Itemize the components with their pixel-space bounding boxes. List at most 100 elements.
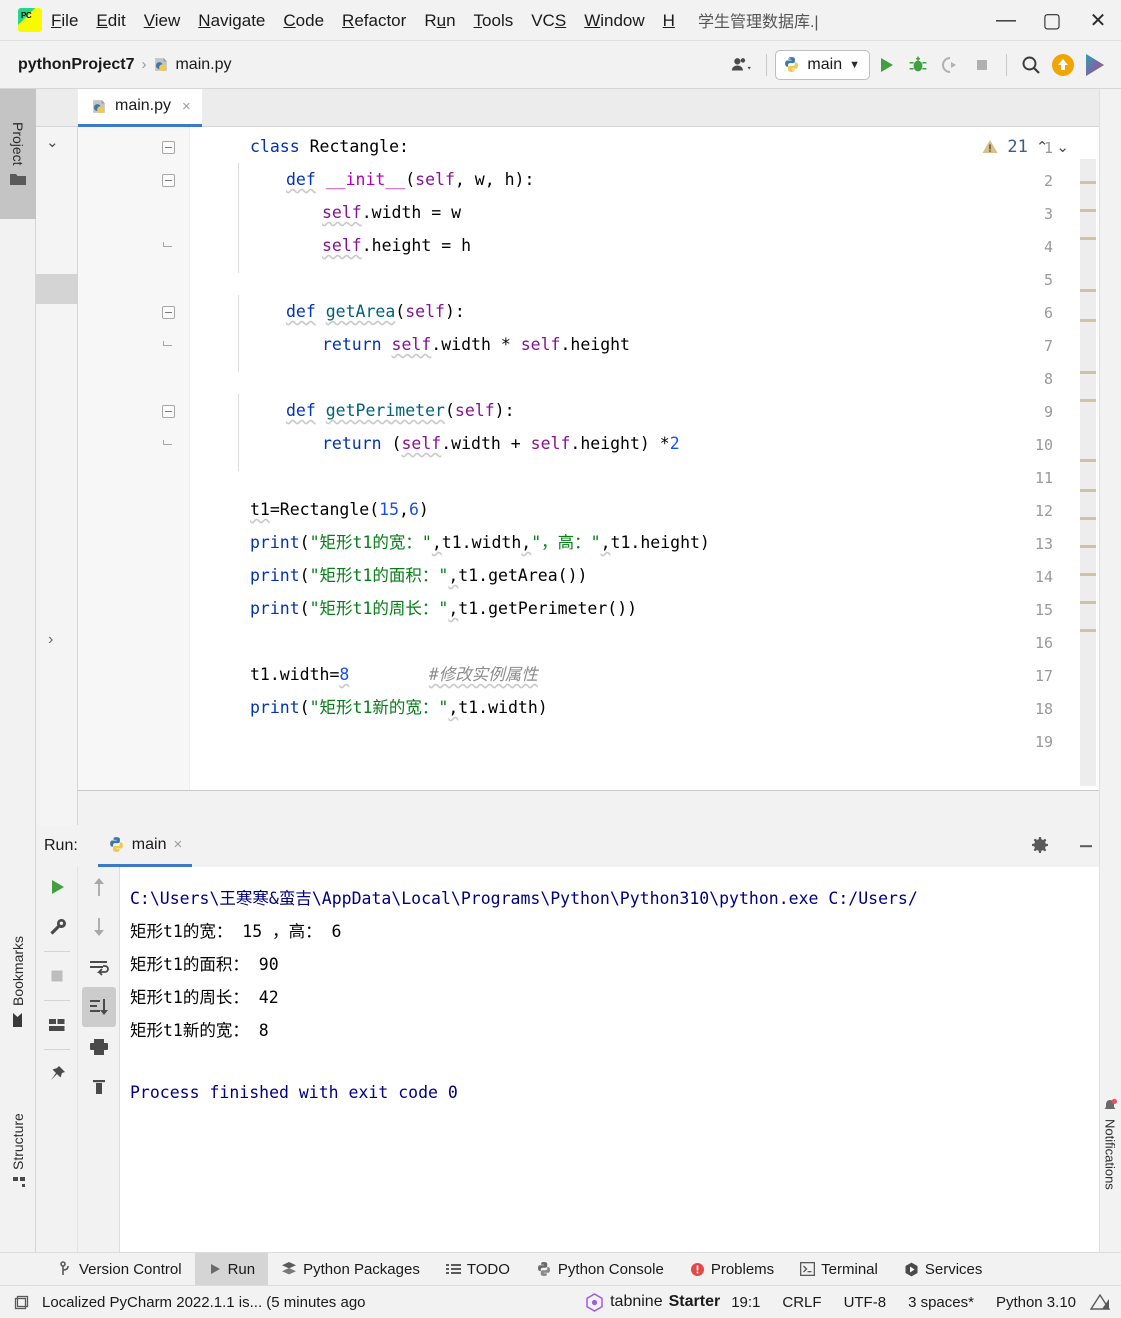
console-output[interactable]: C:\Users\王寒寒&蛮吉\AppData\Local\Programs\P… (120, 867, 1099, 1252)
menu-edit[interactable]: Edit (87, 0, 134, 41)
code-line-9: def getPerimeter(self): (286, 401, 515, 420)
run-with-coverage-button[interactable] (934, 49, 966, 81)
tab-version-control[interactable]: Version Control (46, 1253, 195, 1286)
python-config-icon (783, 56, 800, 73)
run-configuration-label: main (807, 55, 843, 73)
tab-version-control-label: Version Control (79, 1260, 182, 1278)
sidebar-item-notifications[interactable]: Notifications (1099, 1098, 1121, 1190)
fold-marker-line-6[interactable] (162, 306, 175, 319)
debug-button[interactable] (902, 49, 934, 81)
down-arrow-icon[interactable] (78, 907, 120, 947)
tab-python-console[interactable]: Python Console (523, 1253, 677, 1286)
tab-run-label: Run (227, 1260, 256, 1278)
print-icon[interactable] (78, 1027, 120, 1067)
tabnine-widget[interactable]: tabnine Starter (585, 1292, 720, 1312)
run-tab-main[interactable]: main × (97, 825, 193, 867)
caret-position[interactable]: 19:1 (720, 1294, 771, 1311)
next-problem-icon[interactable]: ⌄ (1056, 138, 1069, 156)
run-button[interactable] (870, 49, 902, 81)
menu-navigate[interactable]: Navigate (189, 0, 274, 41)
stop-icon[interactable] (36, 956, 78, 996)
close-icon[interactable]: × (173, 836, 182, 853)
menu-window[interactable]: Window (575, 0, 653, 41)
fold-marker-line-4[interactable] (162, 240, 175, 253)
sidebar-item-bookmarks-label: Bookmarks (10, 935, 26, 1007)
breadcrumb-file[interactable]: main.py (153, 55, 232, 74)
status-message[interactable]: Localized PyCharm 2022.1.1 is... (5 minu… (31, 1294, 377, 1311)
tabnine-label: tabnine (610, 1293, 663, 1310)
toolbar-actions: main ▼ (726, 49, 1121, 81)
toolbar-divider-2 (1006, 53, 1007, 76)
menu-view[interactable]: View (135, 0, 190, 41)
file-encoding[interactable]: UTF-8 (833, 1294, 898, 1311)
breadcrumb-project[interactable]: pythonProject7 (18, 56, 134, 74)
run-actions-toolbar-left (36, 867, 78, 1252)
code-line-14: print("矩形t1的面积：",t1.getArea()) (250, 566, 588, 585)
menu-vcs[interactable]: VCS (522, 0, 575, 41)
inspection-widget[interactable]: 21 ⌃ ⌄ (981, 137, 1069, 157)
sidebar-item-bookmarks[interactable]: Bookmarks (0, 912, 36, 1052)
inspection-level-icon[interactable] (1089, 1292, 1113, 1312)
fold-marker-line-2[interactable] (162, 174, 175, 187)
python-file-icon (91, 98, 108, 115)
packages-icon (281, 1261, 297, 1277)
code-editor[interactable]: 1 2 3 4 5 6 7 8 9 10 11 12 13 14 15 16 1… (78, 127, 1121, 791)
user-dropdown-icon[interactable] (726, 49, 758, 81)
window-minimize-button[interactable]: — (983, 0, 1029, 41)
selected-row-highlight (36, 274, 78, 304)
editor-tab-main-py[interactable]: main.py × (78, 88, 202, 127)
update-icon[interactable] (1047, 49, 1079, 81)
indent-setting[interactable]: 3 spaces* (897, 1294, 985, 1311)
tab-problems[interactable]: Problems (677, 1253, 787, 1286)
wrench-icon[interactable] (36, 907, 78, 947)
chevron-down-icon[interactable]: ⌄ (46, 133, 59, 151)
rerun-icon[interactable] (36, 867, 78, 907)
python-interpreter[interactable]: Python 3.10 (985, 1294, 1087, 1311)
menu-help[interactable]: H (654, 0, 684, 41)
code-text[interactable]: class Rectangle: def __init__(self, w, h… (190, 127, 1121, 790)
fold-marker-line-7[interactable] (162, 339, 175, 352)
window-maximize-button[interactable]: ▢ (1029, 0, 1075, 41)
console-line-3: 矩形t1的周长： 42 (130, 988, 279, 1007)
menu-run[interactable]: Run (415, 0, 464, 41)
tab-services[interactable]: Services (891, 1253, 996, 1286)
fold-marker-line-10[interactable] (162, 438, 175, 451)
menu-code[interactable]: Code (274, 0, 333, 41)
run-tab-label: main (131, 835, 167, 853)
ide-message-icon[interactable] (14, 1294, 31, 1311)
chevron-right-icon[interactable]: › (48, 631, 53, 649)
breadcrumb-file-label: main.py (175, 55, 232, 73)
ide-assist-icon[interactable] (1079, 49, 1111, 81)
code-line-2: def __init__(self, w, h): (286, 170, 535, 189)
sidebar-item-structure[interactable]: Structure (0, 1082, 36, 1222)
layout-icon[interactable] (36, 1005, 78, 1045)
scroll-to-end-icon[interactable] (82, 987, 116, 1027)
tab-terminal[interactable]: Terminal (787, 1253, 891, 1286)
menu-tools[interactable]: Tools (465, 0, 523, 41)
trash-icon[interactable] (78, 1067, 120, 1107)
menu-file[interactable]: File (42, 0, 87, 41)
fold-marker-line-9[interactable] (162, 405, 175, 418)
line-separator[interactable]: CRLF (771, 1294, 832, 1311)
window-close-button[interactable]: ✕ (1075, 0, 1121, 41)
menu-refactor[interactable]: Refactor (333, 0, 415, 41)
tab-python-packages[interactable]: Python Packages (268, 1253, 433, 1286)
editor-tab-strip: main.py × ⋮ (36, 88, 1121, 127)
editor-marker-bar[interactable] (1080, 159, 1096, 786)
close-icon[interactable]: × (182, 98, 191, 115)
search-icon[interactable] (1015, 49, 1047, 81)
previous-problem-icon[interactable]: ⌃ (1036, 138, 1049, 156)
gear-icon[interactable] (1019, 826, 1061, 866)
up-arrow-icon[interactable] (78, 867, 120, 907)
fold-marker-line-1[interactable] (162, 141, 175, 154)
pin-icon[interactable] (36, 1054, 78, 1094)
editor-tab-label: main.py (115, 97, 172, 114)
sidebar-item-project[interactable]: Project (0, 89, 36, 219)
run-tool-window: Run: main × C:\Users\王寒寒&蛮吉\AppData\Loca… (36, 825, 1121, 1252)
stop-button[interactable] (966, 49, 998, 81)
run-configuration-selector[interactable]: main ▼ (775, 49, 870, 80)
tab-todo[interactable]: TODO (433, 1253, 523, 1286)
soft-wrap-icon[interactable] (78, 947, 120, 987)
python-file-icon (153, 56, 170, 73)
tab-run[interactable]: Run (194, 1252, 269, 1286)
